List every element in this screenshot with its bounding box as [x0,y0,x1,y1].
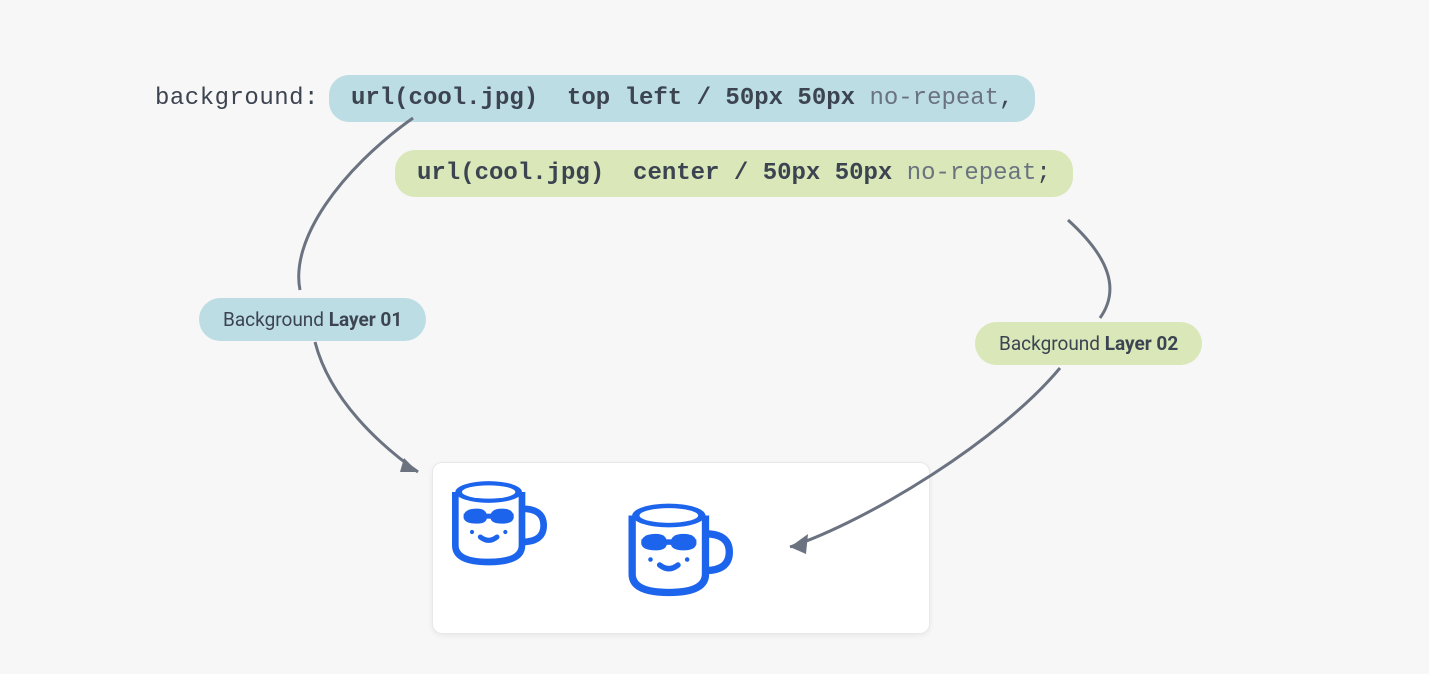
layer-2-separator: / [719,160,762,187]
arrow-1-segment-b [315,342,418,472]
layer-1-repeat: no-repeat [869,85,999,112]
arrow-1-head-icon [400,458,418,472]
code-line-1: background: url(cool.jpg) top left / 50p… [155,75,1073,122]
layer-2-url: url(cool.jpg) [417,160,604,187]
cool-mug-icon [447,477,547,569]
css-code-block: background: url(cool.jpg) top left / 50p… [155,75,1073,197]
layer-1-label-prefix: Background [223,308,329,331]
code-line-2: url(cool.jpg) center / 50px 50px no-repe… [395,150,1073,197]
layer-1-label-pill: Background Layer 01 [199,298,426,341]
layer-1-position: top left [567,85,682,112]
layer-1-declaration: url(cool.jpg) top left / 50px 50px no-re… [329,75,1036,122]
layer-2-repeat: no-repeat [907,160,1037,187]
layer-2-label-bold: Layer 02 [1105,332,1179,355]
layer-1-url: url(cool.jpg) [351,85,538,112]
mug-center [623,499,733,599]
layer-2-declaration: url(cool.jpg) center / 50px 50px no-repe… [395,150,1073,197]
layer-1-separator: / [682,85,725,112]
arrow-2-segment-a [1068,220,1110,318]
cool-mug-icon [623,499,733,600]
layer-2-label-pill: Background Layer 02 [975,322,1202,365]
layer-1-label-bold: Layer 01 [329,308,403,331]
layer-2-label-prefix: Background [999,332,1105,355]
layer-2-position: center [633,160,719,187]
layer-1-comma: , [999,85,1013,112]
layer-2-size: 50px 50px [763,160,893,187]
layer-2-semicolon: ; [1036,160,1050,187]
layer-1-size: 50px 50px [725,85,855,112]
css-property: background: [155,85,319,112]
mug-top-left [447,477,547,567]
result-preview-box [432,462,930,634]
